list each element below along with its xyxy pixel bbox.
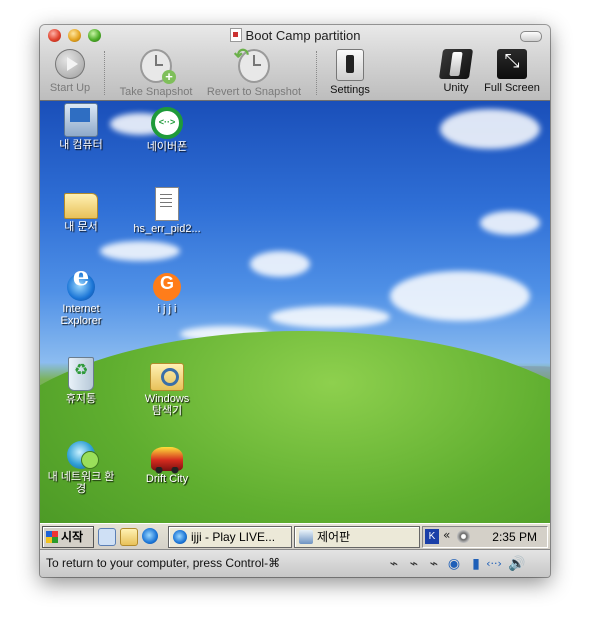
- internet-explorer-icon: [67, 271, 95, 301]
- taskbar-item-label: ijji - Play LIVE...: [191, 530, 276, 544]
- take-snapshot-button[interactable]: + Take Snapshot: [114, 49, 198, 98]
- taskbar-item-control-panel[interactable]: 제어판: [294, 526, 420, 548]
- desktop-icon-recycle-bin[interactable]: 휴지통: [42, 357, 120, 405]
- taskbar-clock[interactable]: 2:35 PM: [492, 527, 537, 547]
- revert-to-snapshot-label: Revert to Snapshot: [206, 86, 302, 98]
- show-hidden-icons-chevron-icon[interactable]: «: [443, 528, 450, 542]
- my-computer-icon: [64, 103, 98, 137]
- recycle-bin-icon: [68, 357, 94, 391]
- desktop-icon-internet-explorer[interactable]: Internet Explorer: [42, 271, 120, 327]
- internet-explorer-icon: [173, 530, 187, 544]
- my-documents-icon: [64, 193, 98, 219]
- revert-snapshot-icon: ↶: [234, 45, 270, 83]
- cloud: [270, 306, 390, 328]
- full-screen-label: Full Screen: [484, 82, 540, 94]
- window-title-text: Boot Camp partition: [245, 28, 361, 43]
- take-snapshot-label: Take Snapshot: [119, 86, 193, 98]
- toolbar-separator: [104, 51, 105, 95]
- vm-window: Boot Camp partition Start Up + Take Snap…: [40, 25, 550, 577]
- desktop-icon-label: 내 컴퓨터: [59, 139, 103, 151]
- desktop-icon-drift-city[interactable]: Drift City: [128, 441, 206, 485]
- usb-device-icon[interactable]: ⌁: [426, 556, 442, 572]
- play-icon: [55, 49, 85, 79]
- status-message: To return to your computer, press Contro…: [46, 556, 281, 570]
- desktop-icon-label: Windows 탐색기: [144, 393, 190, 417]
- ijji-icon: [153, 273, 181, 301]
- full-screen-button[interactable]: Full Screen: [480, 49, 544, 97]
- desktop-icon-windows-explorer[interactable]: Windows 탐색기: [128, 357, 206, 417]
- settings-button[interactable]: Settings: [324, 49, 376, 97]
- text-file-icon: [155, 187, 179, 221]
- desktop-icon-naver-phone[interactable]: 네이버폰: [128, 103, 206, 153]
- taskbar-item-label: 제어판: [317, 530, 351, 544]
- windows-explorer-icon: [150, 363, 184, 391]
- vm-status-bar: To return to your computer, press Contro…: [40, 549, 550, 577]
- desktop-icon-label: 내 문서: [64, 221, 98, 233]
- settings-switch-icon: [336, 49, 364, 81]
- toolbar-separator: [316, 51, 317, 95]
- guest-desktop[interactable]: 내 컴퓨터 네이버폰 내 문서 hs_err_pid2... Internet …: [40, 101, 550, 523]
- ime-indicator[interactable]: K: [425, 529, 439, 544]
- window-toolbar: Boot Camp partition Start Up + Take Snap…: [40, 25, 550, 101]
- desktop-icon-hs-err-file[interactable]: hs_err_pid2...: [126, 187, 208, 235]
- settings-label: Settings: [330, 84, 370, 96]
- cloud: [100, 241, 180, 261]
- desktop-icon-my-documents[interactable]: 내 문서: [42, 187, 120, 233]
- desktop-icon-label: hs_err_pid2...: [133, 223, 201, 235]
- network-adapter-icon[interactable]: ‹··›: [486, 556, 502, 572]
- network-places-icon: [67, 441, 99, 469]
- taskbar-item-ijji[interactable]: ijji - Play LIVE...: [168, 526, 292, 548]
- show-desktop-icon[interactable]: [98, 528, 116, 546]
- cloud: [440, 109, 540, 149]
- window-title: Boot Camp partition: [40, 28, 550, 43]
- vm-document-icon: [229, 28, 242, 42]
- sound-icon[interactable]: 🔊: [508, 556, 525, 572]
- desktop-icon-label: Internet Explorer: [60, 303, 102, 327]
- naver-phone-icon: [151, 107, 183, 139]
- drift-city-icon: [151, 447, 183, 474]
- cd-drive-icon[interactable]: [457, 530, 470, 543]
- cloud: [480, 211, 540, 235]
- desktop-icon-ijji[interactable]: i j j i: [128, 273, 206, 315]
- desktop-icon-label: 네이버폰: [146, 141, 188, 153]
- take-snapshot-icon: +: [140, 49, 176, 84]
- revert-to-snapshot-button[interactable]: ↶ Revert to Snapshot: [202, 45, 306, 98]
- desktop-icon-network-places[interactable]: 내 네트워크 환경: [42, 441, 120, 495]
- desktop-icon-label: 내 네트워크 환경: [47, 471, 115, 495]
- cloud: [250, 251, 310, 277]
- start-button[interactable]: 시작: [42, 526, 94, 548]
- system-tray: K « 2:35 PM: [422, 526, 548, 548]
- usb-device-icon[interactable]: ⌁: [386, 556, 402, 572]
- cd-dvd-icon[interactable]: ◉: [446, 556, 462, 572]
- desktop-icon-my-computer[interactable]: 내 컴퓨터: [42, 103, 120, 151]
- start-up-label: Start Up: [49, 82, 91, 94]
- start-up-button[interactable]: Start Up: [46, 49, 94, 97]
- unity-label: Unity: [443, 82, 469, 94]
- cloud: [390, 271, 530, 321]
- unity-icon: [438, 49, 474, 79]
- start-label: 시작: [61, 530, 84, 544]
- control-panel-icon: [299, 530, 313, 544]
- guest-taskbar: 시작 ijji - Play LIVE... 제어판 K « 2:35 PM: [40, 523, 550, 550]
- desktop-icon-label: Drift City: [145, 473, 189, 485]
- hard-disk-icon[interactable]: ▮: [468, 556, 484, 572]
- desktop-icon-label: 휴지통: [65, 393, 97, 405]
- windows-flag-icon: [46, 531, 58, 543]
- explorer-quicklaunch-icon[interactable]: [120, 528, 138, 546]
- desktop-icon-label: i j j i: [157, 303, 177, 315]
- unity-button[interactable]: Unity: [434, 49, 478, 97]
- internet-explorer-quicklaunch-icon[interactable]: [142, 528, 158, 544]
- full-screen-icon: [497, 49, 527, 79]
- usb-device-icon[interactable]: ⌁: [406, 556, 422, 572]
